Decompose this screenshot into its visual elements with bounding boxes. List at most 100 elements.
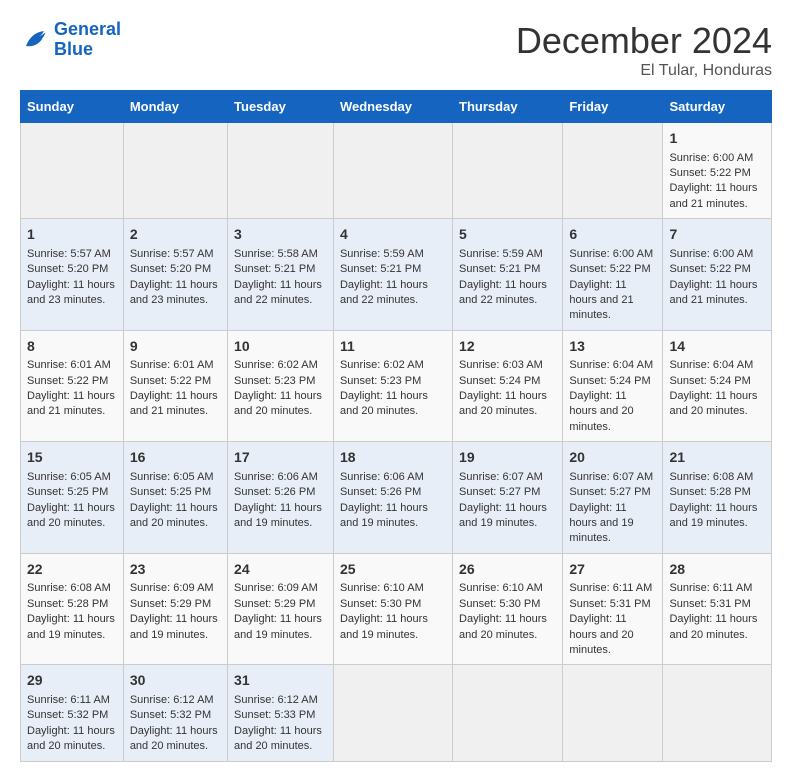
logo: General Blue [20, 20, 121, 60]
day-number: 21 [669, 448, 765, 468]
day-number: 28 [669, 560, 765, 580]
sunset-text: Sunset: 5:30 PM [459, 597, 556, 612]
day-number: 19 [459, 448, 556, 468]
day-number: 18 [340, 448, 446, 468]
logo-text: General Blue [54, 20, 121, 60]
title-block: December 2024 El Tular, Honduras [516, 20, 772, 80]
day-number: 5 [459, 225, 556, 245]
calendar-cell [563, 123, 663, 219]
col-header-saturday: Saturday [663, 91, 772, 123]
sunset-text: Sunset: 5:28 PM [27, 597, 117, 612]
daylight-text: Daylight: 11 hours and 23 minutes. [27, 278, 117, 309]
sunset-text: Sunset: 5:27 PM [459, 485, 556, 500]
sunrise-text: Sunrise: 6:04 AM [569, 358, 656, 373]
calendar-cell: 17Sunrise: 6:06 AMSunset: 5:26 PMDayligh… [228, 442, 334, 554]
day-number: 24 [234, 560, 327, 580]
sunset-text: Sunset: 5:29 PM [130, 597, 221, 612]
calendar-cell: 13Sunrise: 6:04 AMSunset: 5:24 PMDayligh… [563, 330, 663, 442]
sunrise-text: Sunrise: 6:03 AM [459, 358, 556, 373]
calendar-cell: 14Sunrise: 6:04 AMSunset: 5:24 PMDayligh… [663, 330, 772, 442]
sunrise-text: Sunrise: 6:12 AM [130, 693, 221, 708]
calendar-cell: 15Sunrise: 6:05 AMSunset: 5:25 PMDayligh… [21, 442, 124, 554]
day-number: 9 [130, 337, 221, 357]
daylight-text: Daylight: 11 hours and 20 minutes. [27, 724, 117, 755]
col-header-wednesday: Wednesday [333, 91, 452, 123]
calendar-cell [228, 123, 334, 219]
day-number: 29 [27, 671, 117, 691]
week-row-5: 22Sunrise: 6:08 AMSunset: 5:28 PMDayligh… [21, 553, 772, 665]
day-number: 8 [27, 337, 117, 357]
day-number: 26 [459, 560, 556, 580]
col-header-tuesday: Tuesday [228, 91, 334, 123]
day-number: 23 [130, 560, 221, 580]
calendar-cell: 1Sunrise: 5:57 AMSunset: 5:20 PMDaylight… [21, 219, 124, 331]
day-number: 22 [27, 560, 117, 580]
day-number: 4 [340, 225, 446, 245]
sunrise-text: Sunrise: 6:06 AM [340, 470, 446, 485]
sunset-text: Sunset: 5:23 PM [234, 374, 327, 389]
sunrise-text: Sunrise: 6:00 AM [669, 247, 765, 262]
daylight-text: Daylight: 11 hours and 20 minutes. [669, 612, 765, 643]
sunset-text: Sunset: 5:22 PM [27, 374, 117, 389]
day-number: 12 [459, 337, 556, 357]
week-row-4: 15Sunrise: 6:05 AMSunset: 5:25 PMDayligh… [21, 442, 772, 554]
sunset-text: Sunset: 5:21 PM [234, 262, 327, 277]
sunrise-text: Sunrise: 6:11 AM [27, 693, 117, 708]
daylight-text: Daylight: 11 hours and 20 minutes. [340, 389, 446, 420]
sunset-text: Sunset: 5:24 PM [459, 374, 556, 389]
daylight-text: Daylight: 11 hours and 21 minutes. [669, 181, 765, 212]
day-number: 17 [234, 448, 327, 468]
sunrise-text: Sunrise: 5:59 AM [340, 247, 446, 262]
calendar-cell [563, 665, 663, 761]
header-row: SundayMondayTuesdayWednesdayThursdayFrid… [21, 91, 772, 123]
calendar-cell: 8Sunrise: 6:01 AMSunset: 5:22 PMDaylight… [21, 330, 124, 442]
sunset-text: Sunset: 5:31 PM [669, 597, 765, 612]
day-number: 30 [130, 671, 221, 691]
sunset-text: Sunset: 5:33 PM [234, 708, 327, 723]
daylight-text: Daylight: 11 hours and 20 minutes. [569, 612, 656, 658]
daylight-text: Daylight: 11 hours and 19 minutes. [27, 612, 117, 643]
day-number: 31 [234, 671, 327, 691]
sunrise-text: Sunrise: 5:57 AM [27, 247, 117, 262]
calendar-cell: 29Sunrise: 6:11 AMSunset: 5:32 PMDayligh… [21, 665, 124, 761]
daylight-text: Daylight: 11 hours and 22 minutes. [459, 278, 556, 309]
sunset-text: Sunset: 5:29 PM [234, 597, 327, 612]
sunset-text: Sunset: 5:25 PM [130, 485, 221, 500]
sunset-text: Sunset: 5:24 PM [569, 374, 656, 389]
calendar-cell: 26Sunrise: 6:10 AMSunset: 5:30 PMDayligh… [453, 553, 563, 665]
daylight-text: Daylight: 11 hours and 21 minutes. [669, 278, 765, 309]
sunset-text: Sunset: 5:30 PM [340, 597, 446, 612]
calendar-cell: 20Sunrise: 6:07 AMSunset: 5:27 PMDayligh… [563, 442, 663, 554]
location: El Tular, Honduras [516, 62, 772, 80]
day-number: 20 [569, 448, 656, 468]
daylight-text: Daylight: 11 hours and 20 minutes. [234, 389, 327, 420]
daylight-text: Daylight: 11 hours and 20 minutes. [459, 389, 556, 420]
sunrise-text: Sunrise: 6:01 AM [27, 358, 117, 373]
sunrise-text: Sunrise: 6:11 AM [569, 581, 656, 596]
daylight-text: Daylight: 11 hours and 21 minutes. [130, 389, 221, 420]
col-header-sunday: Sunday [21, 91, 124, 123]
calendar-cell: 25Sunrise: 6:10 AMSunset: 5:30 PMDayligh… [333, 553, 452, 665]
calendar-cell: 2Sunrise: 5:57 AMSunset: 5:20 PMDaylight… [123, 219, 227, 331]
calendar-cell [333, 123, 452, 219]
day-number: 10 [234, 337, 327, 357]
daylight-text: Daylight: 11 hours and 19 minutes. [234, 501, 327, 532]
daylight-text: Daylight: 11 hours and 19 minutes. [340, 612, 446, 643]
day-number: 7 [669, 225, 765, 245]
sunset-text: Sunset: 5:20 PM [27, 262, 117, 277]
calendar-cell: 1Sunrise: 6:00 AMSunset: 5:22 PMDaylight… [663, 123, 772, 219]
sunset-text: Sunset: 5:22 PM [130, 374, 221, 389]
sunrise-text: Sunrise: 5:58 AM [234, 247, 327, 262]
month-title: December 2024 [516, 20, 772, 62]
sunset-text: Sunset: 5:22 PM [669, 166, 765, 181]
calendar-cell: 10Sunrise: 6:02 AMSunset: 5:23 PMDayligh… [228, 330, 334, 442]
col-header-thursday: Thursday [453, 91, 563, 123]
sunrise-text: Sunrise: 6:05 AM [27, 470, 117, 485]
week-row-3: 8Sunrise: 6:01 AMSunset: 5:22 PMDaylight… [21, 330, 772, 442]
calendar-cell: 28Sunrise: 6:11 AMSunset: 5:31 PMDayligh… [663, 553, 772, 665]
calendar-cell: 27Sunrise: 6:11 AMSunset: 5:31 PMDayligh… [563, 553, 663, 665]
day-number: 6 [569, 225, 656, 245]
calendar-cell [663, 665, 772, 761]
sunrise-text: Sunrise: 6:10 AM [340, 581, 446, 596]
daylight-text: Daylight: 11 hours and 20 minutes. [234, 724, 327, 755]
